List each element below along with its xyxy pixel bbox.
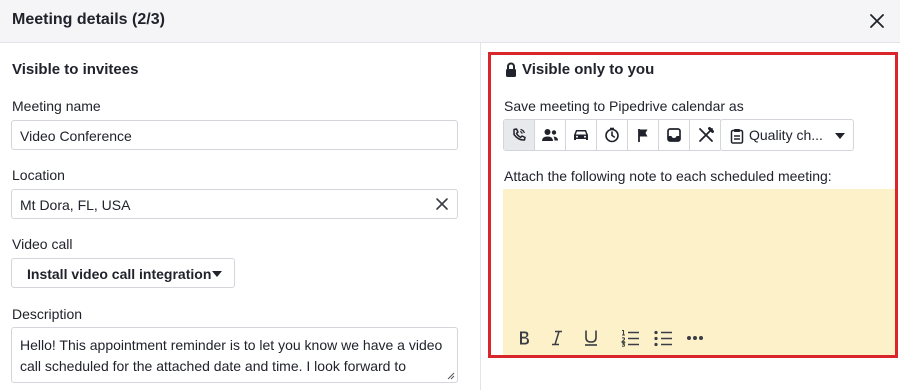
description-textarea[interactable]: Hello! This appointment reminder is to l… xyxy=(11,327,458,383)
clock-icon xyxy=(605,127,619,143)
bullet-list-button[interactable] xyxy=(652,327,674,349)
utensils-icon xyxy=(698,127,714,142)
video-call-label: Video call xyxy=(12,236,73,252)
invitees-section-title: Visible to invitees xyxy=(12,61,139,78)
location-label: Location xyxy=(12,167,65,183)
flag-icon xyxy=(638,129,648,142)
inbox-icon xyxy=(667,128,681,142)
more-options-button[interactable] xyxy=(684,327,706,349)
activity-type-group xyxy=(503,119,722,151)
italic-button[interactable] xyxy=(546,327,568,349)
people-icon xyxy=(542,129,558,141)
activity-type-deadline-button[interactable] xyxy=(597,120,628,150)
activity-type-call-button[interactable] xyxy=(504,120,535,150)
location-value: Mt Dora, FL, USA xyxy=(20,197,131,213)
bold-button[interactable] xyxy=(513,327,535,349)
ordered-list-icon xyxy=(620,329,639,347)
activity-type-select-value: Quality ch... xyxy=(749,127,823,143)
calendar-type-label: Save meeting to Pipedrive calendar as xyxy=(504,98,744,114)
lock-icon xyxy=(506,62,516,77)
car-icon xyxy=(574,130,588,140)
close-icon xyxy=(870,14,884,28)
chevron-down-icon xyxy=(835,133,845,139)
activity-type-email-button[interactable] xyxy=(659,120,690,150)
activity-type-meeting-button[interactable] xyxy=(535,120,566,150)
italic-icon xyxy=(552,330,562,346)
note-label: Attach the following note to each schedu… xyxy=(504,168,832,184)
private-section-title: Visible only to you xyxy=(522,61,655,78)
activity-type-select[interactable]: Quality ch... xyxy=(720,119,854,151)
clipboard-icon xyxy=(730,129,744,144)
resize-handle-icon[interactable] xyxy=(445,370,455,380)
ordered-list-button[interactable] xyxy=(619,327,641,349)
meeting-name-input[interactable]: Video Conference xyxy=(11,120,458,150)
description-value: Hello! This appointment reminder is to l… xyxy=(20,337,443,382)
video-call-select[interactable]: Install video call integration xyxy=(11,258,235,288)
chevron-down-icon xyxy=(212,271,222,277)
location-input[interactable]: Mt Dora, FL, USA xyxy=(11,189,458,219)
meeting-name-value: Video Conference xyxy=(20,128,132,144)
underline-icon xyxy=(585,330,597,346)
clear-icon[interactable] xyxy=(435,197,449,211)
activity-type-lunch-button[interactable] xyxy=(690,120,721,150)
meeting-name-label: Meeting name xyxy=(12,98,101,114)
close-button[interactable] xyxy=(866,10,888,32)
phone-icon xyxy=(513,128,526,141)
description-label: Description xyxy=(12,306,83,322)
bullet-list-icon xyxy=(654,330,672,347)
dialog-title: Meeting details (2/3) xyxy=(12,11,165,28)
activity-type-task-button[interactable] xyxy=(566,120,597,150)
underline-button[interactable] xyxy=(580,327,602,349)
video-call-value: Install video call integration xyxy=(27,266,212,282)
more-icon xyxy=(687,336,703,340)
bold-icon xyxy=(520,331,529,345)
dialog-header: Meeting details (2/3) xyxy=(0,0,900,43)
activity-type-flag-button[interactable] xyxy=(628,120,659,150)
